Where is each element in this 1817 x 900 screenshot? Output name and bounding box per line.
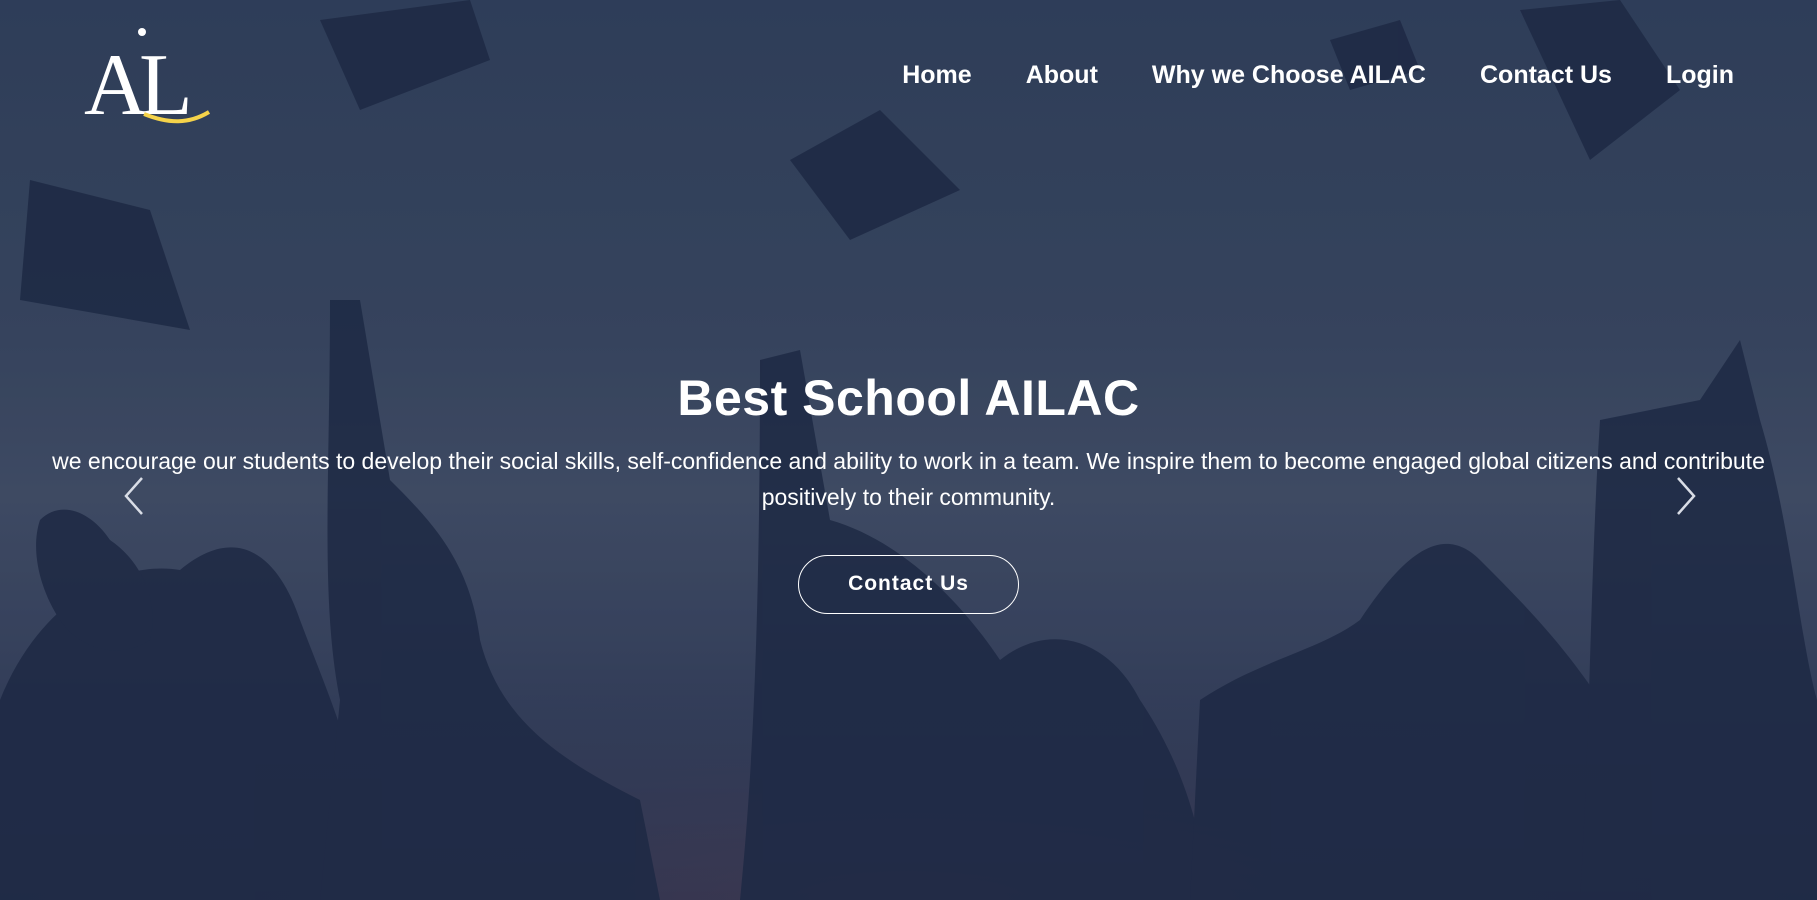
nav-login[interactable]: Login	[1666, 58, 1734, 92]
hero-banner: A L Home About Why we Choose AILAC Conta…	[0, 0, 1817, 900]
nav-home[interactable]: Home	[902, 58, 971, 92]
nav-about[interactable]: About	[1026, 58, 1098, 92]
nav-contact-us[interactable]: Contact Us	[1480, 58, 1612, 92]
hero-content: Best School AILAC we encourage our stude…	[0, 368, 1817, 614]
hero-title: Best School AILAC	[677, 370, 1140, 426]
ailac-logo[interactable]: A L	[84, 24, 214, 128]
main-nav: Home About Why we Choose AILAC Contact U…	[902, 58, 1734, 92]
nav-why-choose-ailac[interactable]: Why we Choose AILAC	[1152, 58, 1426, 92]
contact-us-button[interactable]: Contact Us	[798, 555, 1019, 614]
hero-description: we encourage our students to develop the…	[52, 448, 1765, 510]
